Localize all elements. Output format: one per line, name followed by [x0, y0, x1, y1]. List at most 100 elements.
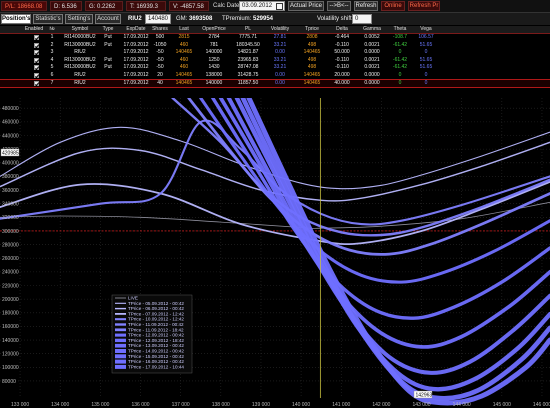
series-line [171, 98, 550, 237]
x-tick-label: 136 000 [131, 402, 149, 408]
col-header-theta[interactable]: Theta [386, 26, 414, 33]
cell-vega: 0 [424, 79, 428, 86]
cell-pl: 180345.50 [236, 41, 260, 48]
refresh-button[interactable]: Refresh [354, 1, 378, 11]
tab-positions[interactable]: Position's [1, 14, 31, 24]
cell-openprice: 138000 [205, 72, 223, 78]
tab-settings[interactable]: Setting's [65, 14, 93, 24]
y-tick-label: 300000 [2, 229, 19, 235]
col-header-num[interactable]: № [38, 26, 66, 33]
legend-entry: TPrice - 12.09.2012 - 00:42 [128, 333, 184, 338]
legend-entry: TPrice - 15.09.2012 - 00:42 [128, 354, 184, 359]
cell-volatility: 33.21 [273, 56, 287, 63]
cell-openprice: 1430 [208, 64, 220, 71]
col-header-gamma[interactable]: Gamma [358, 26, 386, 33]
col-header-last[interactable]: Last [170, 26, 198, 33]
legend-entry: TPrice - 11.09.2012 - 00:42 [128, 322, 184, 327]
refresh-prices-button[interactable]: Refresh Pr [408, 1, 440, 11]
cell-volatility: 0.00 [275, 79, 285, 86]
cell-tprice: 140465 [303, 49, 321, 56]
table-row[interactable]: 7 RIU2 17.09.2012 40 140465 140000 11857.50 0.0… [0, 78, 550, 88]
y-tick-label: 180000 [2, 311, 19, 317]
calendar-icon[interactable] [276, 3, 283, 10]
cell-last: 460 [179, 41, 189, 48]
col-header-symbol[interactable]: Symbol [66, 26, 94, 33]
col-header-tprice[interactable]: Tprice [298, 26, 326, 33]
price-field[interactable]: 140480 [145, 14, 171, 24]
tab-account[interactable]: Account [95, 14, 121, 24]
x-tick-label: 144 000 [453, 402, 471, 408]
cell-vega: 51.65 [419, 56, 433, 63]
y-tick-label: 340000 [2, 201, 19, 207]
calc-date-input[interactable]: 03.09.2012 [239, 1, 285, 11]
cell-delta: -0.110 [335, 56, 349, 63]
y-tick-label: 320000 [2, 215, 19, 221]
price-step-button[interactable]: -->B<-- [327, 1, 351, 11]
cell-tprice: 498 [307, 41, 317, 48]
table-row[interactable]: 4 RI130000BU2 Put 17.09.2012 -50 460 1250 23965… [0, 57, 550, 64]
x-tick-label: 139 000 [252, 402, 270, 408]
legend-entry: TPrice - 17.09.2012 - 10:44 [128, 364, 184, 369]
cell-tprice: 498 [307, 56, 317, 63]
x-tick-label: 138 000 [212, 402, 230, 408]
x-tick-label: 134 000 [51, 402, 69, 408]
cell-vega: 0 [424, 49, 428, 56]
cell-volatility: 33.21 [273, 64, 287, 71]
cell-pl: 28747.08 [237, 64, 259, 71]
table-row[interactable]: 2 RI130000BU2 Put 17.09.2012 -1050 460 781 1803… [0, 42, 550, 49]
actual-price-button[interactable]: Actual Price [288, 1, 324, 11]
online-button[interactable]: Online [381, 1, 405, 11]
legend-entry: TPrice - 05.09.2012 - 00:42 [128, 301, 184, 306]
payoff-chart[interactable]: 4800004600004400004200004000003800003600… [0, 98, 550, 408]
gamma-readout: G: 0.2262 [85, 1, 123, 11]
y-tick-label: 240000 [2, 270, 19, 276]
cell-openprice: 140000 [205, 49, 223, 56]
y-tick-label: 380000 [2, 174, 19, 180]
table-header: Enabled № Symbol Type ExpDate Shares Last OpenP… [0, 26, 550, 34]
y-tick-label: 220000 [2, 283, 19, 289]
x-tick-label: 137 000 [172, 402, 190, 408]
cell-openprice: 140000 [205, 79, 223, 86]
cell-volatility: 33.21 [273, 41, 287, 48]
y-tick-label: 100000 [2, 365, 19, 371]
volatility-shift-input[interactable]: 0 [352, 14, 372, 24]
col-header-openprice[interactable]: OpenPrice [200, 26, 228, 33]
gm-value: 3693508 [189, 16, 213, 22]
cell-delta: 20.000 [334, 72, 350, 78]
y-tick-label: 140000 [2, 338, 19, 344]
table-row[interactable]: 3 RIU2 17.09.2012 -50 140465 140000 14821.87 0.… [0, 49, 550, 56]
cell-pl: 14821.87 [237, 49, 259, 56]
y-tick-label: 400000 [2, 161, 19, 167]
col-header-volatility[interactable]: Volatility [266, 26, 294, 33]
cell-last: 460 [179, 56, 189, 63]
table-row[interactable]: 6 RIU2 17.09.2012 20 140465 138000 31428.75 0.0… [0, 72, 550, 79]
volatility-shift-value: 0 [355, 16, 359, 22]
gm-label: GM: [176, 16, 188, 22]
cell-volatility: 0.00 [275, 72, 285, 78]
tpremium-value: 529954 [253, 16, 274, 22]
volatility-shift-label: Volatility shift: [317, 16, 354, 22]
y-tick-label: 80000 [2, 379, 16, 385]
cell-volatility: 27.81 [273, 34, 287, 40]
table-row[interactable]: 5 RI130000BU2 Put 17.09.2012 -50 460 1430 28747… [0, 64, 550, 71]
legend-entry: LIVE [128, 296, 138, 301]
cell-last: 140465 [175, 79, 193, 86]
col-header-type[interactable]: Type [94, 26, 122, 33]
delta-readout: D: 6.536 [50, 1, 82, 11]
table-row[interactable]: 1 RI140000BU2 Put 17.09.2012 500 2815 2784 7775… [0, 34, 550, 41]
x-tick-label: 140 000 [292, 402, 310, 408]
col-header-delta[interactable]: Delta [328, 26, 356, 33]
cell-vega: 51.65 [419, 41, 433, 48]
cell-pl: 11857.50 [237, 79, 259, 86]
tab-statistics[interactable]: Statistic's [33, 14, 63, 24]
x-tick-label: 135 000 [91, 402, 109, 408]
cell-last: 2815 [178, 34, 190, 40]
col-header-pl[interactable]: PL [234, 26, 262, 33]
calc-date-label: Calc Date: [213, 3, 242, 9]
x-tick-label: 141 000 [332, 402, 350, 408]
tpremium-label: TPremium: [222, 16, 252, 22]
chart-svg[interactable]: 4800004600004400004200004000003800003600… [0, 98, 550, 408]
cell-tprice: 140465 [303, 79, 321, 86]
cell-tprice: 140465 [303, 72, 321, 78]
col-header-vega[interactable]: Vega [412, 26, 440, 33]
